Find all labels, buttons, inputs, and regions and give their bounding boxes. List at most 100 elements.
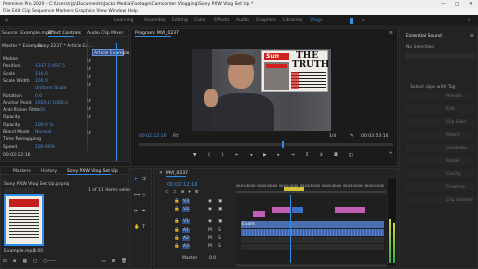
track-solo-icon[interactable]: S	[218, 228, 221, 233]
workspace-tab-graphics[interactable]: Graphics	[256, 18, 283, 24]
pink-clip-3[interactable]	[335, 207, 365, 213]
razor-tool-icon[interactable]: ◇	[142, 193, 150, 205]
essential-sound-row[interactable]: Repair	[406, 157, 474, 165]
step-forward-icon[interactable]: ▸	[278, 153, 280, 158]
workspace-tab-libraries[interactable]: Libraries	[283, 18, 310, 24]
track-lock-icon[interactable]: 🔒	[174, 236, 180, 241]
new-item-icon[interactable]: ⊞	[112, 259, 116, 264]
track-header[interactable]: 🔒 V2 ◉ ▣	[164, 207, 236, 214]
reset-icon[interactable]: ↺	[87, 115, 91, 120]
track-solo-icon[interactable]: S	[218, 244, 221, 249]
video-frame[interactable]: Sun THE TRUTH	[192, 49, 331, 131]
program-menu-icon[interactable]: ≡	[389, 31, 393, 36]
pink-clip-2[interactable]	[272, 207, 291, 213]
track-mute-icon[interactable]: M	[208, 236, 212, 241]
pink-clip-1[interactable]	[253, 211, 265, 217]
effect-row[interactable]: Position 1337.5 697.5	[1, 64, 87, 70]
newspaper-overlay[interactable]: Sun THE TRUTH	[261, 50, 329, 92]
track-sync-icon[interactable]: ▣	[218, 199, 222, 204]
program-title[interactable]: Program: MVI_0237	[135, 31, 179, 36]
effect-row[interactable]: Rotation 0.0	[1, 94, 87, 100]
track-lock-icon[interactable]: 🔒	[174, 199, 180, 204]
resolution-dropdown[interactable]: 1/4	[329, 134, 336, 139]
effect-row-value[interactable]: 0.00	[35, 108, 45, 113]
effect-playhead[interactable]	[116, 43, 117, 161]
effect-row[interactable]: Blend Mode Normal	[1, 130, 87, 136]
icon-view-icon[interactable]: ▦	[23, 259, 27, 264]
effect-row[interactable]: Scale 116.0	[1, 72, 87, 78]
reset-icon[interactable]: ↺	[87, 99, 91, 104]
go-to-out-icon[interactable]: ⇥	[291, 153, 295, 158]
sequence-clip-label[interactable]: Sony 2237 * Article Ex...	[38, 44, 93, 49]
track-label[interactable]: A3	[182, 244, 190, 249]
tab-source[interactable]: Source: Example.mp4	[2, 31, 51, 36]
workspace-tab-assembly[interactable]: Assembly	[144, 18, 172, 24]
close-button[interactable]: ✕	[469, 2, 473, 7]
tab-history[interactable]: History	[41, 169, 57, 174]
track-label[interactable]: V1	[182, 219, 190, 224]
extract-icon[interactable]: ⊻	[320, 153, 323, 158]
preset-field[interactable]	[406, 53, 474, 59]
step-back-icon[interactable]: ◂	[250, 153, 252, 158]
new-bin-icon[interactable]: ▭	[101, 259, 105, 264]
search-icon[interactable]: ⌕	[468, 18, 471, 23]
essential-sound-row[interactable]: Clip Volume	[406, 196, 474, 204]
essential-sound-row[interactable]: Loudness	[406, 144, 474, 152]
hand-tool-icon[interactable]: ✋	[134, 225, 142, 237]
essential-sound-row[interactable]: Match	[406, 131, 474, 139]
track-select-icon[interactable]: ⇉	[142, 177, 150, 189]
track-sync-icon[interactable]: ▣	[218, 207, 222, 212]
audio-clip-a1[interactable]	[241, 229, 384, 236]
add-button-icon[interactable]: +	[389, 151, 393, 156]
effect-row-value[interactable]: 100.00%	[35, 145, 55, 150]
effect-row[interactable]: Uniform Scale	[1, 86, 87, 92]
track-solo-icon[interactable]: S	[218, 236, 221, 241]
home-icon[interactable]: ⌂	[5, 18, 8, 23]
maximize-button[interactable]: □	[455, 2, 459, 7]
reset-icon[interactable]: ↺	[87, 131, 91, 136]
track-lock-icon[interactable]: 🔒	[174, 244, 180, 249]
workspace-tab-vlogs[interactable]: Vlogs	[310, 18, 334, 24]
video-clip-v1[interactable]: Exam	[241, 221, 384, 228]
essential-sound-row[interactable]: Clarity	[406, 170, 474, 178]
mark-in-icon[interactable]: {	[207, 153, 210, 158]
program-playhead[interactable]	[282, 141, 284, 148]
menu-items[interactable]: File Edit Clip Sequence Markers Graphics…	[3, 9, 138, 14]
track-label[interactable]: A1	[182, 228, 190, 233]
lift-icon[interactable]: ⊼	[306, 153, 309, 158]
track-visibility-icon[interactable]: ◉	[208, 219, 212, 224]
project-search-field[interactable]	[4, 188, 34, 193]
list-view-icon[interactable]: ≣	[13, 259, 17, 264]
effect-row-value[interactable]: 0.0	[35, 94, 42, 99]
tab-essential-sound[interactable]: Essential Sound	[406, 34, 442, 39]
tab-effect-controls[interactable]: Effect Controls	[48, 31, 81, 36]
selection-tool-icon[interactable]: ➤	[134, 177, 142, 189]
effect-timecode[interactable]: 00:02:12:16	[3, 153, 30, 158]
track-visibility-icon[interactable]: ◉	[208, 207, 212, 212]
essential-sound-row[interactable]: Presets	[406, 92, 474, 100]
zoom-slider[interactable]: ○——	[43, 259, 56, 264]
effect-row[interactable]: Anti-flicker Filter 0.00	[1, 108, 87, 114]
timeline-timecode[interactable]: 00:02:12:16	[167, 183, 198, 188]
effect-row-value[interactable]: 1337.5 697.5	[35, 64, 65, 69]
effect-row[interactable]: Motion	[1, 57, 87, 63]
track-header[interactable]: 🔒 A2 M S	[164, 236, 236, 243]
camera-icon[interactable]: ◘	[334, 153, 338, 158]
slip-tool-icon[interactable]: ↔	[134, 209, 142, 221]
effect-row[interactable]: Anchor Point 1920.0 1080.0	[1, 101, 87, 107]
blue-clip-v3[interactable]	[292, 207, 303, 213]
tab-audio-clip-mixer[interactable]: Audio Clip Mixer	[87, 31, 123, 36]
go-to-in-icon[interactable]: ⇤	[235, 153, 239, 158]
reset-icon[interactable]: ↺	[87, 107, 91, 112]
essential-sound-row[interactable]: Clip Gain	[406, 118, 474, 126]
play-icon[interactable]: ▶	[263, 153, 266, 158]
essential-sound-row[interactable]: Creative	[406, 183, 474, 191]
clip-chip[interactable]: Article Example...	[92, 49, 134, 56]
type-tool-icon[interactable]: T	[142, 225, 150, 237]
more-workspaces-icon[interactable]: »	[362, 18, 365, 23]
timeline-tab[interactable]: MVI_0237	[166, 171, 188, 176]
workspace-tab-learning[interactable]: Learning	[114, 18, 144, 24]
program-timecode[interactable]: 00:02:12:16	[139, 134, 166, 139]
marker-icon[interactable]: ▼	[193, 153, 196, 158]
fit-dropdown[interactable]: Fit	[173, 134, 178, 139]
